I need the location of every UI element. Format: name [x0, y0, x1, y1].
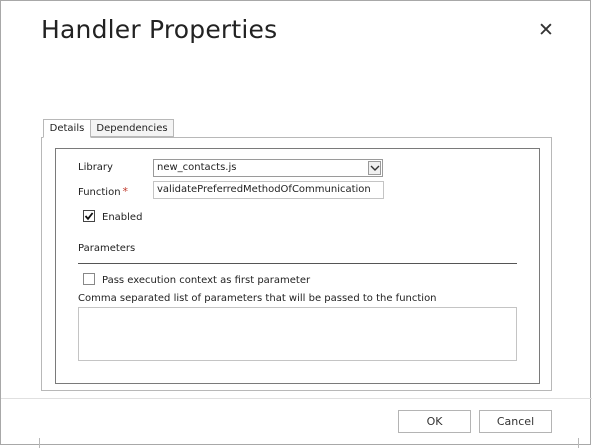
parameters-divider — [78, 263, 517, 264]
dialog-title: Handler Properties — [41, 15, 278, 44]
tab-dependencies[interactable]: Dependencies — [90, 119, 174, 137]
pass-context-checkbox[interactable] — [83, 273, 95, 285]
footer-divider — [1, 398, 592, 399]
parameters-heading: Parameters — [78, 243, 136, 254]
details-group-box: Library new_contacts.js Function * valida… — [55, 148, 540, 384]
checkmark-icon — [84, 212, 94, 221]
library-select-value: new_contacts.js — [157, 162, 237, 173]
close-icon[interactable]: ✕ — [537, 21, 555, 40]
params-list-textarea[interactable] — [78, 307, 517, 361]
function-label-text: Function — [78, 187, 121, 198]
enabled-label: Enabled — [102, 212, 143, 223]
params-list-label: Comma separated list of parameters that … — [78, 293, 437, 304]
library-label: Library — [78, 162, 113, 173]
cancel-button[interactable]: Cancel — [479, 410, 552, 433]
chevron-down-icon[interactable] — [368, 161, 381, 175]
handler-properties-dialog: Handler Properties ✕ Details Dependencie… — [0, 0, 592, 448]
details-panel: Library new_contacts.js Function * valida… — [41, 137, 552, 391]
library-select[interactable]: new_contacts.js — [153, 159, 383, 177]
ok-button[interactable]: OK — [398, 410, 471, 433]
enabled-checkbox[interactable] — [83, 210, 95, 222]
pass-context-label: Pass execution context as first paramete… — [102, 275, 311, 286]
tab-details[interactable]: Details — [43, 119, 91, 138]
required-marker: * — [122, 185, 129, 198]
function-input[interactable]: validatePreferredMethodOfCommunication — [153, 181, 384, 199]
function-label: Function * — [78, 185, 128, 198]
